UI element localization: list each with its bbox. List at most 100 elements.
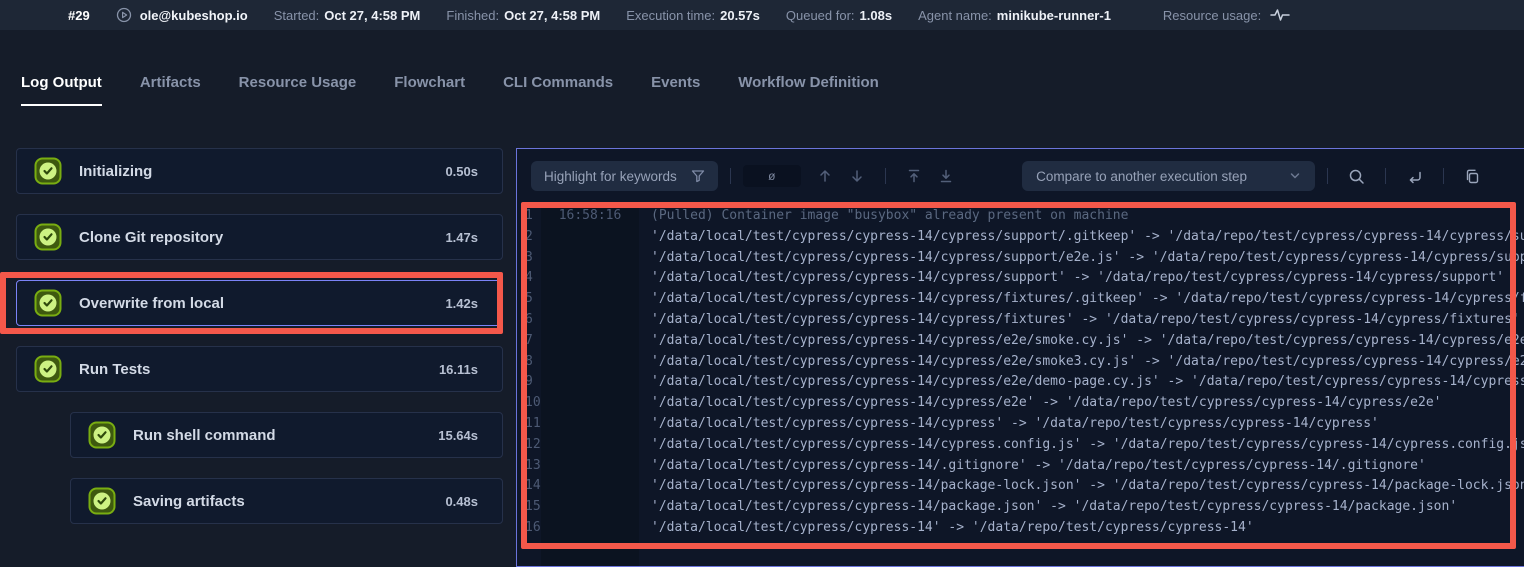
match-counter: ø [743, 165, 801, 187]
line-timestamp [541, 393, 639, 414]
step-label: Saving artifacts [133, 493, 245, 510]
line-text: '/data/local/test/cypress/cypress-14' ->… [639, 518, 1254, 539]
log-line: 9 '/data/local/test/cypress/cypress-14/c… [517, 372, 1524, 393]
header-field: Started:Oct 27, 4:58 PM [274, 8, 421, 23]
step-label: Run shell command [133, 427, 276, 444]
line-number: 2 [517, 227, 541, 248]
step-duration: 1.42s [445, 296, 478, 311]
log-lines: 1 16:58:16 (Pulled) Container image "bus… [517, 206, 1524, 539]
step-card[interactable]: Run shell command 15.64s [70, 412, 503, 458]
line-text: '/data/local/test/cypress/cypress-14/.gi… [639, 456, 1426, 477]
divider [1327, 168, 1328, 184]
filter-funnel-icon [691, 169, 705, 183]
step-duration: 0.48s [445, 494, 478, 509]
step-card[interactable]: Initializing 0.50s [16, 148, 503, 194]
success-check-icon [34, 289, 62, 317]
tab[interactable]: CLI Commands [503, 74, 613, 106]
step-list: Initializing 0.50s Clone Git repository … [16, 148, 503, 524]
line-text: '/data/local/test/cypress/cypress-14/cyp… [639, 331, 1524, 352]
line-timestamp [541, 497, 639, 518]
line-number: 7 [517, 331, 541, 352]
log-line: 7 '/data/local/test/cypress/cypress-14/c… [517, 331, 1524, 352]
scroll-to-bottom-button[interactable] [938, 168, 954, 184]
step-card[interactable]: Clone Git repository 1.47s [16, 214, 503, 260]
log-line: 16 '/data/local/test/cypress/cypress-14'… [517, 518, 1524, 539]
step-duration: 16.11s [439, 362, 478, 377]
success-check-icon [88, 421, 116, 449]
tab[interactable]: Workflow Definition [738, 74, 879, 106]
tab[interactable]: Log Output [21, 74, 102, 106]
header-field: Agent name:minikube-runner-1 [918, 8, 1111, 23]
log-line: 14 '/data/local/test/cypress/cypress-14/… [517, 476, 1524, 497]
line-text: '/data/local/test/cypress/cypress-14/cyp… [639, 268, 1504, 289]
log-line: 10 '/data/local/test/cypress/cypress-14/… [517, 393, 1524, 414]
resource-usage-waveform-icon[interactable] [1269, 8, 1291, 22]
step-duration: 0.50s [445, 164, 478, 179]
log-line: 12 '/data/local/test/cypress/cypress-14/… [517, 435, 1524, 456]
header-fields: Started:Oct 27, 4:58 PM Finished:Oct 27, … [274, 8, 1137, 23]
line-text: (Pulled) Container image "busybox" alrea… [639, 206, 1128, 227]
line-text: '/data/local/test/cypress/cypress-14/cyp… [639, 435, 1524, 456]
copy-icon[interactable] [1464, 168, 1481, 185]
line-number: 1 [517, 206, 541, 227]
step-card[interactable]: Run Tests 16.11s [16, 346, 503, 392]
log-line: 6 '/data/local/test/cypress/cypress-14/c… [517, 310, 1524, 331]
log-line: 1 16:58:16 (Pulled) Container image "bus… [517, 206, 1524, 227]
play-circle-icon [116, 7, 132, 23]
line-timestamp [541, 268, 639, 289]
tab[interactable]: Flowchart [394, 74, 465, 106]
line-timestamp [541, 289, 639, 310]
line-text: '/data/local/test/cypress/cypress-14/cyp… [639, 248, 1524, 269]
tab[interactable]: Resource Usage [239, 74, 357, 106]
line-timestamp [541, 435, 639, 456]
highlight-keywords-input[interactable]: Highlight for keywords [531, 161, 718, 191]
step-card[interactable]: Overwrite from local 1.42s [16, 280, 503, 326]
log-body[interactable]: 1 16:58:16 (Pulled) Container image "bus… [517, 203, 1524, 566]
next-match-button[interactable] [849, 168, 865, 184]
step-card[interactable]: Saving artifacts 0.48s [70, 478, 503, 524]
scroll-to-top-button[interactable] [906, 168, 922, 184]
step-label: Run Tests [79, 361, 150, 378]
divider [730, 168, 731, 184]
compare-step-dropdown[interactable]: Compare to another execution step [1022, 161, 1315, 191]
divider [1385, 168, 1386, 184]
line-number: 16 [517, 518, 541, 539]
line-number: 13 [517, 456, 541, 477]
previous-match-button[interactable] [817, 168, 833, 184]
line-timestamp [541, 310, 639, 331]
tab[interactable]: Artifacts [140, 74, 201, 106]
user-email: ole@kubeshop.io [140, 8, 248, 23]
line-text: '/data/local/test/cypress/cypress-14/cyp… [639, 372, 1524, 393]
line-text: '/data/local/test/cypress/cypress-14/cyp… [639, 414, 1379, 435]
line-timestamp [541, 352, 639, 373]
header-field: Queued for:1.08s [786, 8, 892, 23]
line-number: 15 [517, 497, 541, 518]
line-timestamp [541, 372, 639, 393]
line-number: 6 [517, 310, 541, 331]
success-check-icon [34, 223, 62, 251]
step-label: Initializing [79, 163, 152, 180]
tab-bar: Log Output Artifacts Resource Usage Flowcha… [21, 74, 879, 106]
line-timestamp: 16:58:16 [541, 206, 639, 227]
line-text: '/data/local/test/cypress/cypress-14/cyp… [639, 227, 1524, 248]
line-number: 11 [517, 414, 541, 435]
divider [885, 168, 886, 184]
line-timestamp [541, 331, 639, 352]
line-number: 3 [517, 248, 541, 269]
tab[interactable]: Events [651, 74, 700, 106]
wrap-lines-icon[interactable] [1406, 168, 1423, 185]
header-field: Finished:Oct 27, 4:58 PM [446, 8, 600, 23]
search-icon[interactable] [1348, 168, 1365, 185]
log-line: 3 '/data/local/test/cypress/cypress-14/c… [517, 248, 1524, 269]
header-field: Execution time:20.57s [626, 8, 760, 23]
line-timestamp [541, 227, 639, 248]
log-line: 5 '/data/local/test/cypress/cypress-14/c… [517, 289, 1524, 310]
line-timestamp [541, 248, 639, 269]
success-check-icon [88, 487, 116, 515]
execution-header: #29 ole@kubeshop.io Started:Oct 27, 4:58… [0, 0, 1524, 30]
line-timestamp [541, 476, 639, 497]
line-text: '/data/local/test/cypress/cypress-14/cyp… [639, 289, 1524, 310]
line-number: 9 [517, 372, 541, 393]
log-output-panel: Highlight for keywords ø Compare to anot… [516, 148, 1524, 567]
line-text: '/data/local/test/cypress/cypress-14/cyp… [639, 393, 1442, 414]
